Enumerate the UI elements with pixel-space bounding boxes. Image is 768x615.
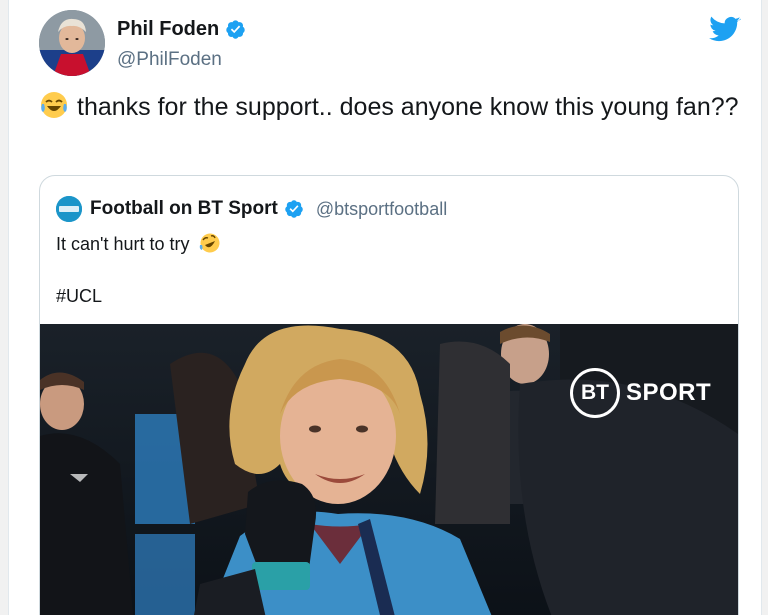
bt-logo-circle: BT [570, 368, 620, 418]
twitter-bird-icon[interactable] [709, 16, 741, 44]
quoted-text: It can't hurt to try [56, 232, 221, 255]
verified-badge-icon [285, 200, 303, 218]
author-handle[interactable]: @PhilFoden [117, 49, 222, 71]
quoted-name[interactable]: Football on BT Sport [90, 198, 278, 220]
bt-logo-word: SPORT [626, 379, 712, 406]
quoted-handle[interactable]: @btsportfootball [316, 199, 447, 220]
quoted-video[interactable]: BT SPORT [40, 324, 738, 615]
quoted-text-body: It can't hurt to try [56, 234, 190, 254]
quoted-hashtag[interactable]: #UCL [56, 286, 102, 307]
emoji-rofl-icon [199, 233, 220, 253]
tweet-body: thanks for the support.. does anyone kno… [77, 93, 739, 121]
verified-badge-icon [226, 20, 245, 39]
quoted-tweet[interactable]: Football on BT Sport @btsportfootball It… [39, 175, 739, 615]
bt-sport-logo: BT SPORT [570, 368, 711, 418]
author-name[interactable]: Phil Foden [117, 18, 219, 41]
emoji-tears-of-joy-icon [41, 92, 67, 118]
tweet-text: thanks for the support.. does anyone kno… [39, 90, 739, 125]
author-avatar[interactable] [39, 10, 105, 76]
tweet-card: Phil Foden @PhilFoden thanks for the sup… [8, 0, 762, 615]
quoted-avatar[interactable] [56, 196, 82, 222]
